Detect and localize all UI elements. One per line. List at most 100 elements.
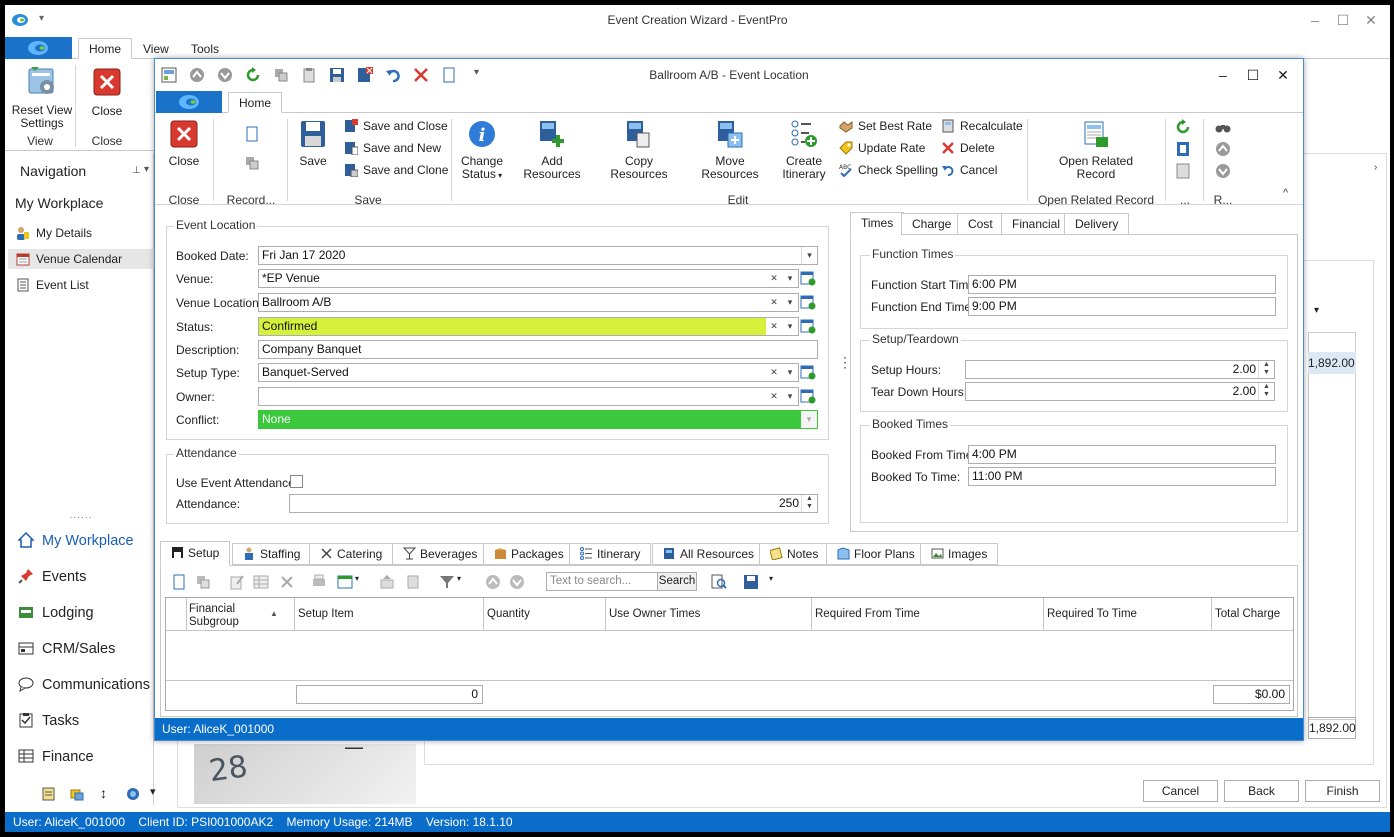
cancel-button[interactable]: Cancel: [941, 161, 997, 179]
tab-catering[interactable]: Catering: [309, 543, 394, 565]
setup-type-clear-icon[interactable]: ✕: [766, 364, 782, 381]
tab-notes[interactable]: Notes: [759, 543, 830, 565]
note-icon[interactable]: [42, 787, 56, 801]
booked-date-dropdown-icon[interactable]: ▾: [801, 247, 817, 264]
setup-hours-field[interactable]: 2.00 ▲ ▼: [965, 360, 1275, 379]
status-clear-icon[interactable]: ✕: [766, 318, 782, 335]
pin-icon[interactable]: ⊥: [132, 165, 141, 176]
app-menu-button[interactable]: [5, 37, 72, 59]
grid-clone-icon[interactable]: [195, 574, 211, 590]
save-and-close-button[interactable]: Save and Close: [344, 117, 448, 135]
venue-location-dropdown-icon[interactable]: ▾: [782, 294, 798, 311]
venue-location-field[interactable]: Ballroom A/B ✕ ▾: [258, 293, 799, 312]
grid-delete-icon[interactable]: [279, 574, 295, 590]
check-spelling-button[interactable]: ABC Check Spelling: [839, 161, 938, 179]
minimize-icon[interactable]: –: [1305, 11, 1325, 29]
wizard-collapse-icon[interactable]: ›: [1374, 162, 1377, 173]
outer-close-button[interactable]: Close: [87, 63, 127, 131]
status-dropdown-icon[interactable]: ▾: [782, 318, 798, 335]
dialog-maximize-icon[interactable]: ☐: [1243, 66, 1263, 84]
booked-date-field[interactable]: Fri Jan 17 2020 ▾: [258, 246, 818, 265]
maximize-icon[interactable]: ☐: [1333, 11, 1353, 29]
grid-move-up-icon[interactable]: [379, 574, 395, 590]
tab-setup[interactable]: Setup: [160, 541, 231, 566]
grid-save-layout-icon[interactable]: [743, 574, 759, 590]
owner-clear-icon[interactable]: ✕: [766, 388, 782, 405]
tab-images[interactable]: Images: [920, 543, 999, 565]
wizard-finish-button[interactable]: Finish: [1305, 780, 1380, 802]
tab-times[interactable]: Times: [850, 212, 905, 235]
column-total-charge[interactable]: Total Charge: [1215, 608, 1280, 621]
tab-itinerary[interactable]: Itinerary: [569, 543, 652, 565]
sort-arrows-icon[interactable]: ↕: [100, 785, 107, 801]
grid-move-down-icon[interactable]: [405, 574, 421, 590]
tab-view[interactable]: View: [133, 39, 179, 59]
copy-resources-button[interactable]: Copy Resources: [597, 119, 681, 181]
record-new-icon[interactable]: [244, 126, 260, 142]
attendance-field[interactable]: 250 ▲ ▼: [289, 494, 818, 513]
collapse-ribbon-icon[interactable]: ^: [1283, 187, 1288, 199]
globe-icon[interactable]: [126, 787, 140, 801]
tab-staffing[interactable]: Staffing: [232, 543, 312, 565]
grid-filter-icon[interactable]: [439, 574, 455, 590]
tab-beverages[interactable]: Beverages: [392, 543, 489, 565]
column-required-to-time[interactable]: Required To Time: [1047, 608, 1137, 621]
nav-down-icon[interactable]: [1215, 163, 1231, 179]
grid-edit-icon[interactable]: [229, 574, 245, 590]
setup-type-dropdown-icon[interactable]: ▾: [782, 364, 798, 381]
column-use-owner-times[interactable]: Use Owner Times: [609, 608, 700, 621]
booked-from-field[interactable]: 4:00 PM: [968, 445, 1276, 464]
save-and-new-button[interactable]: Save and New: [344, 139, 441, 157]
report-icon[interactable]: [1175, 163, 1191, 179]
grid-down-icon[interactable]: [509, 574, 525, 590]
tab-charge[interactable]: Charge: [901, 213, 963, 235]
binoculars-icon[interactable]: [1215, 119, 1231, 135]
dialog-app-menu-button[interactable]: [156, 91, 222, 113]
dialog-close-icon[interactable]: ✕: [1273, 66, 1293, 84]
delete-button[interactable]: Delete: [941, 139, 995, 157]
save-and-clone-button[interactable]: Save and Clone: [344, 161, 448, 179]
tab-floor-plans[interactable]: Floor Plans: [826, 543, 926, 565]
attendance-spinner-icon[interactable]: ▲ ▼: [801, 495, 817, 512]
grid-columns-icon[interactable]: [337, 574, 353, 590]
add-resources-button[interactable]: Add Resources: [513, 119, 591, 181]
booked-to-field[interactable]: 11:00 PM: [968, 467, 1276, 486]
open-related-record-button[interactable]: Open Related Record: [1051, 119, 1141, 181]
venue-lookup-icon[interactable]: [800, 270, 816, 286]
venue-location-clear-icon[interactable]: ✕: [766, 294, 782, 311]
module-my-workplace[interactable]: My Workplace: [18, 529, 134, 553]
nav-item-event-list[interactable]: Event List: [16, 275, 89, 295]
wizard-dropdown-icon[interactable]: ▾: [1314, 305, 1319, 316]
nav-dropdown-icon[interactable]: ▾: [144, 164, 149, 175]
setup-hours-spinner-icon[interactable]: ▲ ▼: [1258, 361, 1274, 378]
dialog-minimize-icon[interactable]: –: [1213, 66, 1233, 84]
update-rate-button[interactable]: Update Rate: [839, 139, 925, 157]
tab-tools[interactable]: Tools: [181, 39, 229, 59]
recalculate-button[interactable]: Recalculate: [941, 117, 1023, 135]
venue-location-lookup-icon[interactable]: [800, 294, 816, 310]
refresh-green-icon[interactable]: [1175, 119, 1191, 135]
column-quantity[interactable]: Quantity: [487, 608, 530, 621]
nav-up-icon[interactable]: [1215, 141, 1231, 157]
find-icon[interactable]: [711, 574, 727, 590]
wizard-back-button[interactable]: Back: [1224, 780, 1299, 802]
venue-clear-icon[interactable]: ✕: [766, 270, 782, 287]
wizard-cancel-button[interactable]: Cancel: [1143, 780, 1218, 802]
status-lookup-icon[interactable]: [800, 318, 816, 334]
grid-save-layout-dropdown-icon[interactable]: ▾: [769, 574, 773, 583]
export-icon[interactable]: [1175, 141, 1191, 157]
module-crm-sales[interactable]: CRM/Sales: [18, 637, 115, 661]
tab-all-resources[interactable]: All Resources: [652, 543, 766, 565]
description-field[interactable]: Company Banquet: [258, 340, 818, 359]
set-best-rate-button[interactable]: Set Best Rate: [839, 117, 932, 135]
owner-dropdown-icon[interactable]: ▾: [782, 388, 798, 405]
tab-packages[interactable]: Packages: [483, 543, 575, 565]
reset-view-settings-button[interactable]: Reset View Settings: [9, 63, 75, 131]
column-required-from-time[interactable]: Required From Time: [815, 608, 920, 621]
nav-item-my-details[interactable]: My Details: [16, 223, 92, 243]
grid-new-icon[interactable]: [171, 574, 187, 590]
close-window-icon[interactable]: ✕: [1361, 11, 1381, 29]
module-finance[interactable]: Finance: [18, 745, 94, 769]
grid-search-input[interactable]: Text to search...: [546, 572, 658, 591]
owner-field[interactable]: ✕ ▾: [258, 387, 799, 406]
